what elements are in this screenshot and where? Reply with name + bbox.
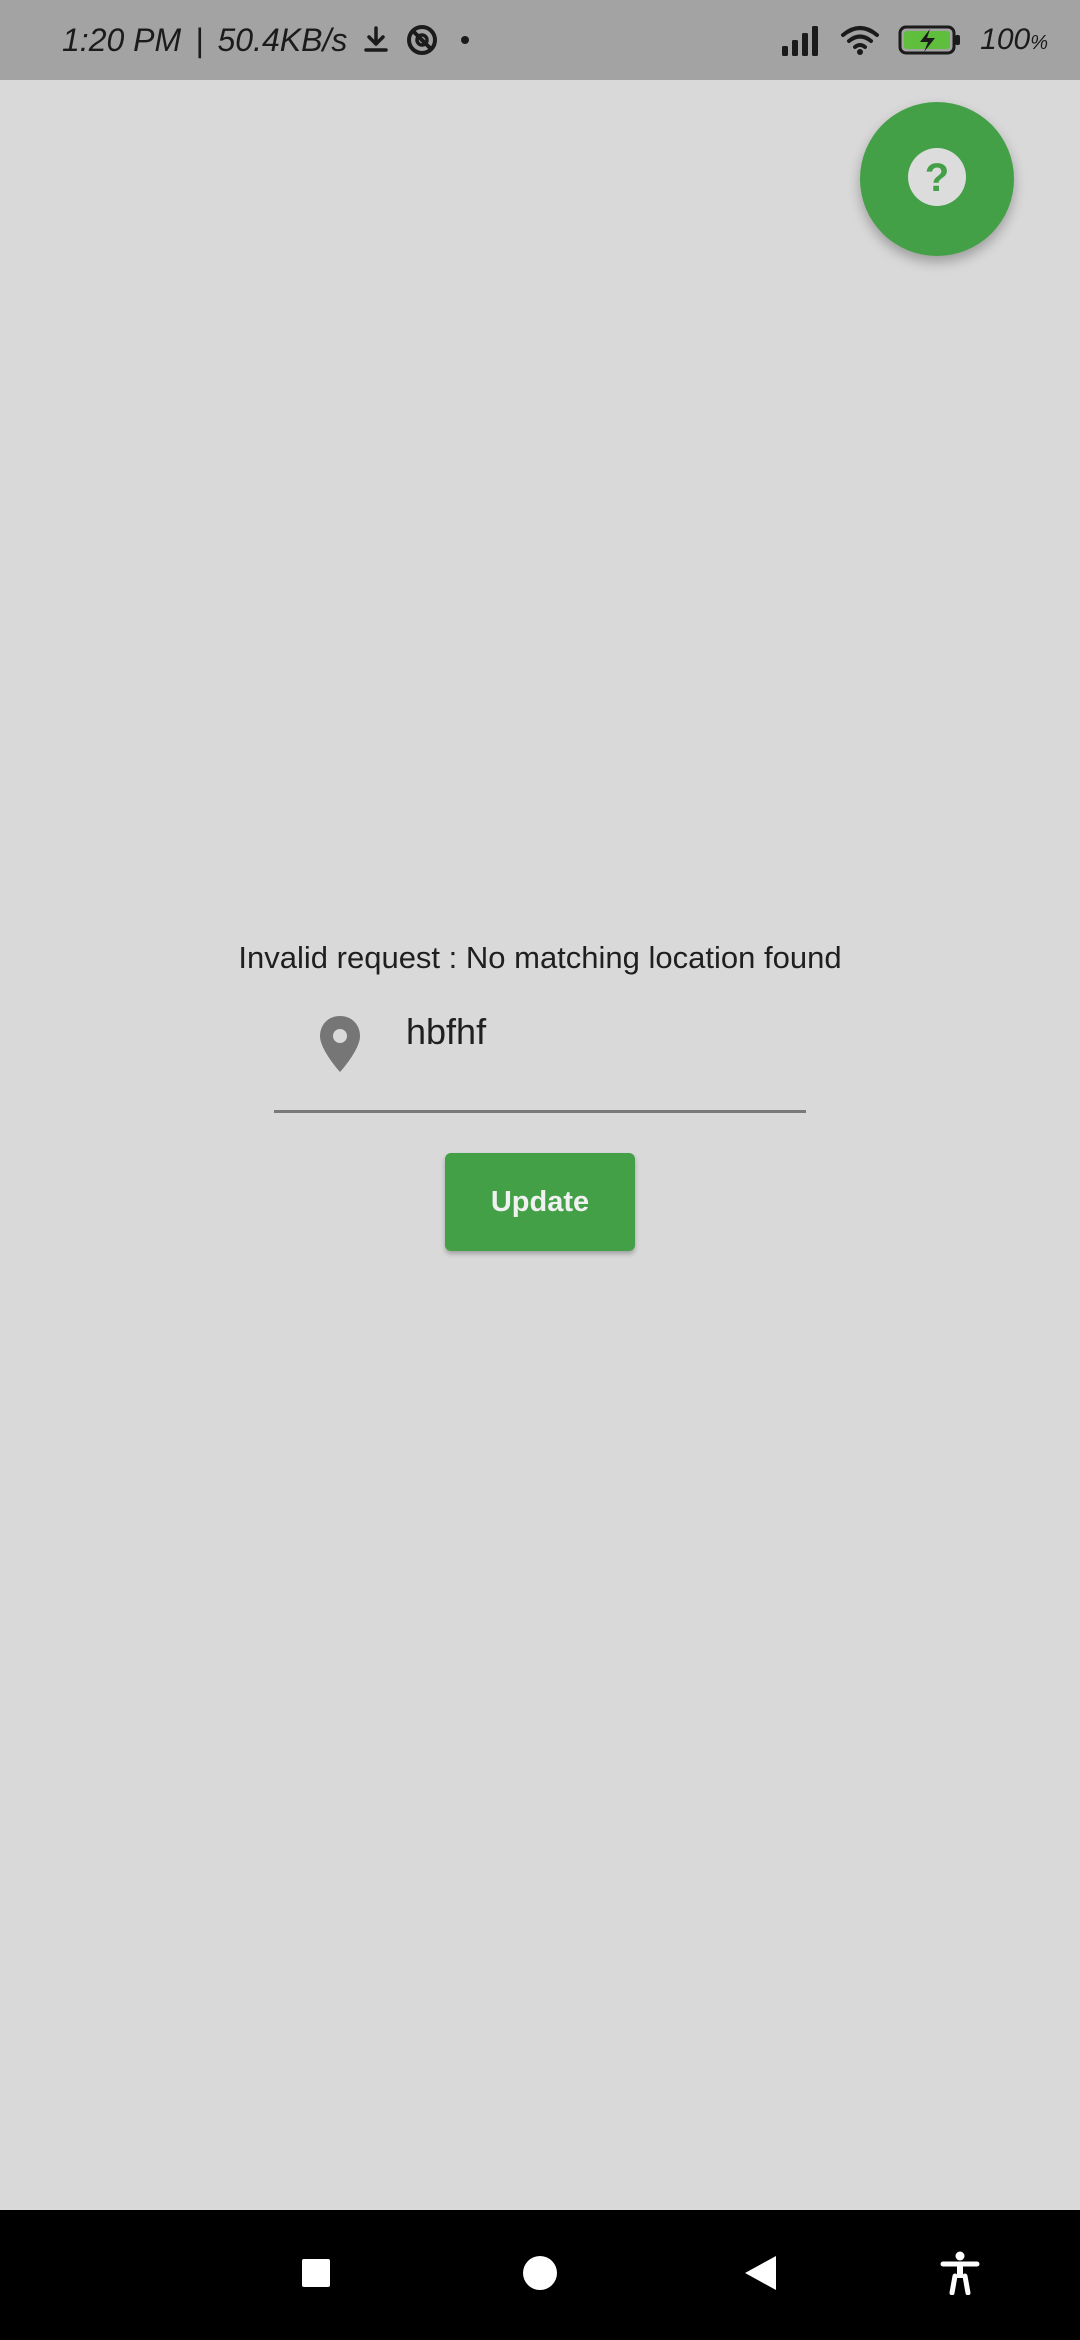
accessibility-button[interactable]	[900, 2210, 1020, 2340]
battery-percent: 100%	[980, 23, 1048, 56]
wifi-icon	[840, 24, 880, 56]
help-fab-button[interactable]: ?	[860, 102, 1014, 256]
circle-icon	[522, 2255, 558, 2296]
location-pin-icon	[318, 1014, 362, 1079]
dot-icon	[453, 28, 477, 52]
update-button[interactable]: Update	[445, 1153, 635, 1251]
status-time: 1:20 PM	[62, 21, 182, 58]
status-right: 100%	[780, 0, 1048, 80]
recents-button[interactable]	[256, 2210, 376, 2340]
triangle-back-icon	[743, 2255, 777, 2296]
status-left: 1:20 PM | 50.4KB/s	[62, 0, 477, 80]
vpn-icon	[405, 23, 439, 57]
location-input[interactable]	[406, 1004, 786, 1060]
help-icon-label: ?	[925, 156, 949, 200]
status-separator: |	[195, 21, 204, 58]
download-icon	[361, 25, 391, 55]
accessibility-icon	[940, 2251, 980, 2300]
navigation-bar	[0, 2210, 1080, 2340]
network-speed: 50.4KB/s	[217, 21, 348, 58]
location-field[interactable]	[274, 1000, 806, 1113]
battery-charging-icon	[898, 24, 962, 56]
back-button[interactable]	[700, 2210, 820, 2340]
home-button[interactable]	[480, 2210, 600, 2340]
signal-icon	[780, 24, 822, 56]
help-icon: ?	[907, 147, 967, 212]
status-bar: 1:20 PM | 50.4KB/s 100%	[0, 0, 1080, 80]
error-message: Invalid request : No matching location f…	[238, 940, 842, 975]
square-icon	[301, 2258, 331, 2293]
